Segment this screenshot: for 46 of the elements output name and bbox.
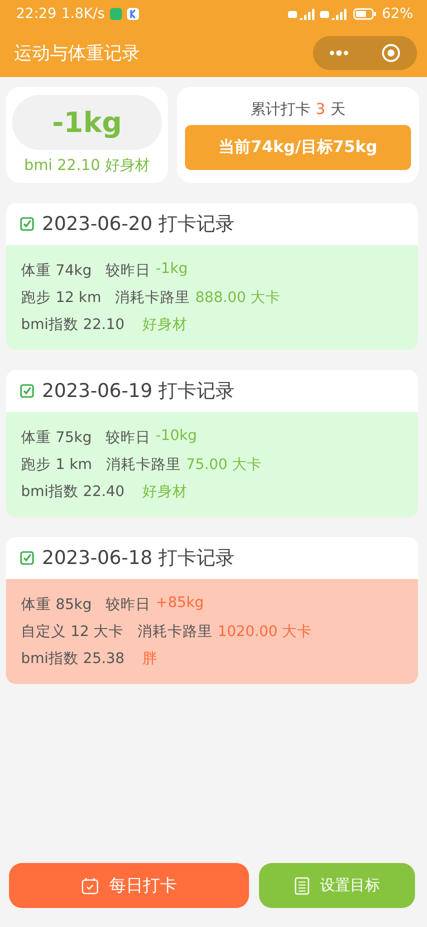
calorie-value: 888.00 大卡 [195, 289, 281, 307]
compare-label: 较昨日 [106, 596, 151, 614]
calorie-label: 消耗卡路里 [115, 289, 190, 307]
compare-label: 较昨日 [106, 429, 151, 447]
bmi-text: bmi指数 25.38 [21, 650, 124, 668]
goal-button[interactable]: 当前74kg/目标75kg [185, 125, 411, 170]
document-icon [294, 876, 310, 894]
calendar-check-icon [81, 876, 100, 894]
calorie-label: 消耗卡路里 [138, 623, 213, 641]
record-title: 2023-06-19 打卡记录 [42, 379, 234, 404]
page-title: 运动与体重记录 [14, 42, 141, 64]
bmi-verdict: 胖 [142, 650, 158, 668]
weight-change-text: -1kg [156, 261, 188, 279]
record-title: 2023-06-20 打卡记录 [42, 212, 234, 237]
app-icon [110, 8, 122, 20]
more-icon[interactable] [329, 50, 349, 56]
bmi-verdict: 好身材 [142, 316, 188, 334]
streak-label: 累计打卡 [250, 100, 311, 119]
activity-text: 跑步 12 km [21, 289, 102, 307]
signal-icon [288, 8, 348, 20]
streak-unit: 天 [330, 100, 346, 119]
calorie-value: 1020.00 大卡 [218, 623, 312, 641]
status-time: 22:29 [16, 6, 56, 22]
checkin-button[interactable]: 每日打卡 [9, 863, 250, 908]
record-title: 2023-06-18 打卡记录 [42, 546, 234, 571]
calorie-label: 消耗卡路里 [106, 456, 181, 474]
weight-change-text: -10kg [156, 428, 197, 446]
bmi-text: bmi指数 22.10 [21, 316, 124, 334]
calorie-value: 75.00 大卡 [186, 456, 262, 474]
weight-text: 体重 85kg [21, 596, 92, 614]
compare-label: 较昨日 [106, 262, 151, 280]
activity-text: 跑步 1 km [21, 456, 92, 474]
weight-change: -1kg [12, 95, 162, 150]
streak-count: 3 [316, 100, 326, 119]
bmi-text: bmi指数 22.40 [21, 483, 124, 501]
app-icon [126, 8, 139, 20]
battery-percent: 62% [382, 6, 413, 22]
status-speed: 1.8K/s [61, 6, 105, 22]
weight-text: 体重 74kg [21, 262, 92, 280]
activity-text: 自定义 12 大卡 [21, 622, 124, 641]
bmi-verdict: 好身材 [142, 483, 188, 501]
set-goal-button[interactable]: 设置目标 [259, 863, 415, 908]
weight-text: 体重 75kg [21, 429, 92, 447]
weight-change-text: +85kg [156, 595, 204, 613]
bmi-summary: bmi 22.10 好身材 [24, 156, 150, 175]
battery-icon [352, 8, 377, 20]
